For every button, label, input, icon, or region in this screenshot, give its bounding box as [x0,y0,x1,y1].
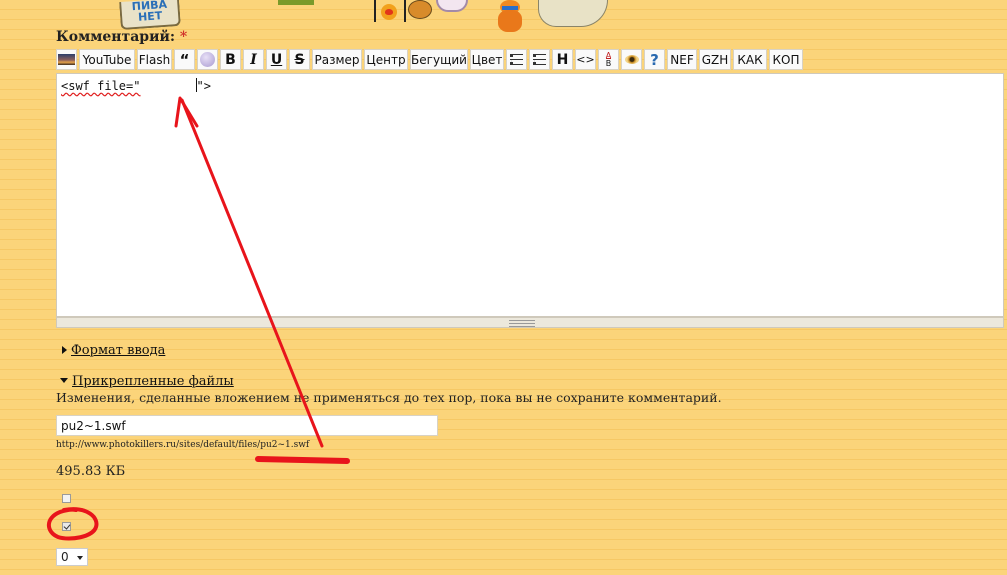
annotation-circle [46,507,99,541]
annotation-arrow [180,98,324,448]
annotation-underline [255,456,350,464]
red-annotations [46,96,350,541]
